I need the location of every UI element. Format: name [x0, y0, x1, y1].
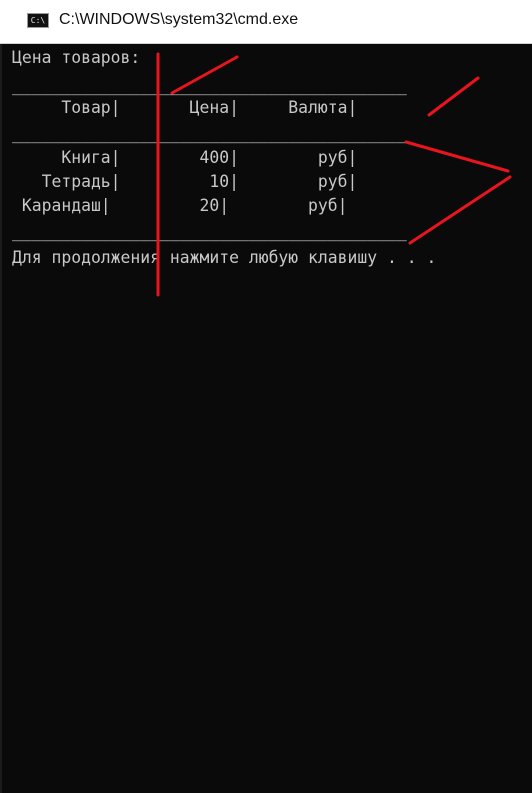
- console-rule-middle: ________________________________________: [12, 124, 407, 143]
- console-rule-top: ________________________________________: [12, 76, 407, 95]
- console-heading: Цена товаров:: [12, 48, 141, 67]
- console-rule-bottom: ________________________________________: [12, 222, 407, 241]
- console-left-edge: [0, 44, 2, 793]
- console-output[interactable]: Цена товаров: __________________________…: [0, 44, 532, 793]
- cmd-window-icon[interactable]: C:\: [27, 13, 49, 28]
- title-bar[interactable]: C:\ C:\WINDOWS\system32\cmd.exe: [0, 0, 532, 44]
- window-title: C:\WINDOWS\system32\cmd.exe: [59, 11, 299, 28]
- console-header-row: Товар| Цена| Валюта|: [12, 98, 358, 117]
- console-row-2: Тетрадь| 10| руб|: [12, 172, 358, 191]
- console-row-3: Карандаш| 20| руб|: [12, 196, 348, 215]
- console-prompt: Для продолжения нажмите любую клавишу . …: [12, 248, 437, 267]
- console-row-1: Книга| 400| руб|: [12, 148, 358, 167]
